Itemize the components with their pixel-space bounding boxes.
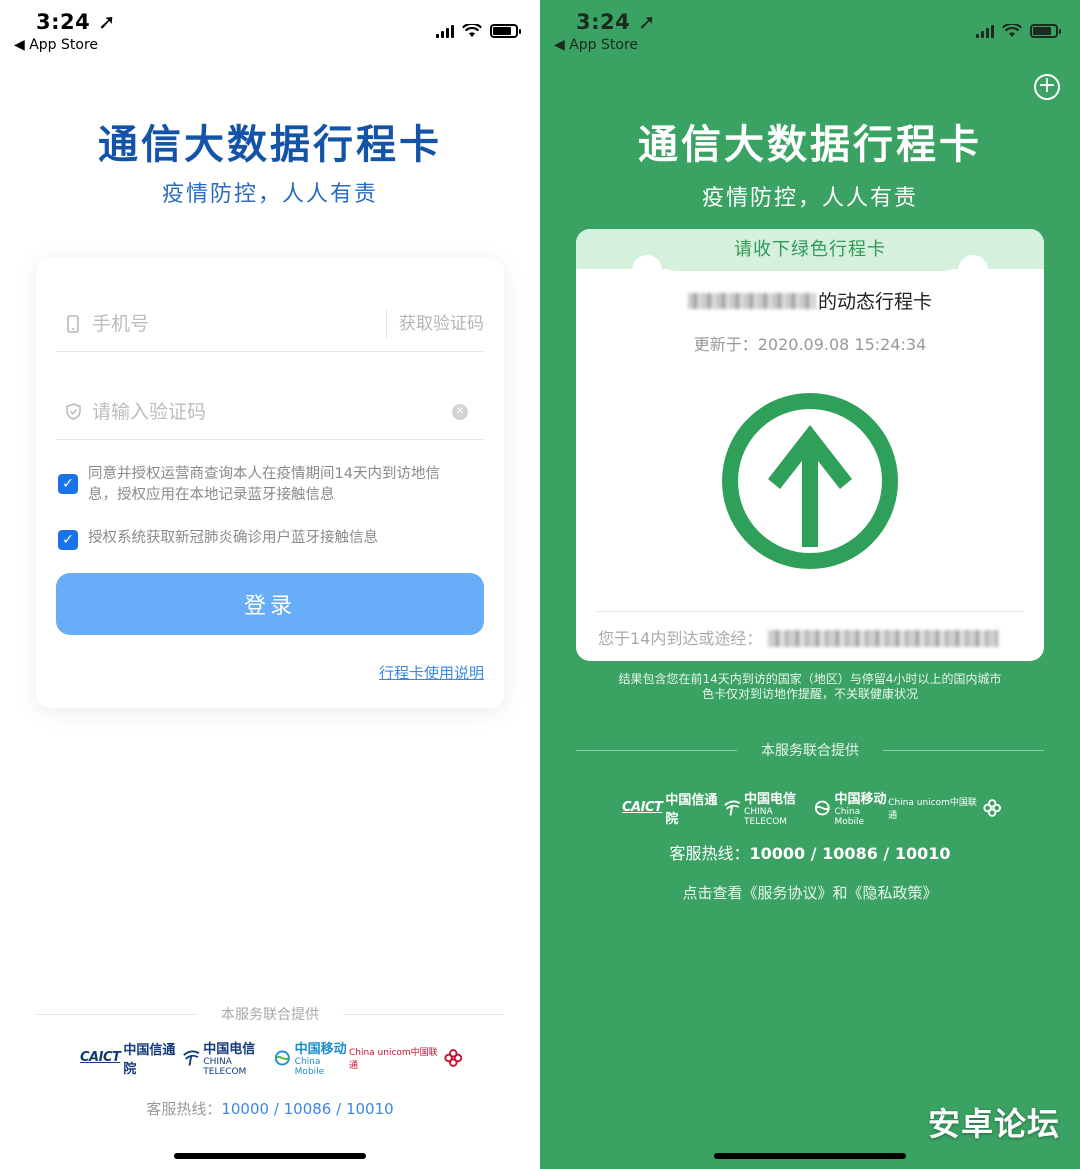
app-title: 通信大数据行程卡 xyxy=(638,122,982,168)
app-subtitle: 疫情防控，人人有责 xyxy=(161,182,378,207)
card-owner: 的动态行程卡 xyxy=(576,287,1044,314)
china-unicom-logo: China unicom中国联通 xyxy=(349,1045,464,1071)
app-subtitle: 疫情防控，人人有责 xyxy=(701,186,918,211)
app-title: 通信大数据行程卡 xyxy=(98,122,442,168)
hotline-numbers[interactable]: 10000 / 10086 / 10010 xyxy=(221,1100,393,1118)
status-icons xyxy=(976,24,1061,38)
forum-watermark: 安卓论坛 xyxy=(927,1105,1060,1143)
consent-location-text: 同意并授权运营商查询本人在疫情期间14天内到访地信息，授权应用在本地记录蓝牙接触… xyxy=(88,466,440,503)
wifi-icon xyxy=(462,24,482,37)
china-telecom-logo: 中国电信 CHINA TELECOM xyxy=(182,1038,273,1077)
status-icons xyxy=(436,24,521,38)
caict-logo: CAICT 中国信通院 xyxy=(80,1042,176,1077)
status-time: 3:24 ➚ xyxy=(36,10,117,34)
masked-phone-number xyxy=(687,293,816,309)
back-to-app-store[interactable]: ◀ App Store xyxy=(554,37,638,53)
china-mobile-logo: 中国移动 China Mobile xyxy=(273,1038,349,1077)
green-arrow-icon xyxy=(720,391,900,571)
signal-icon xyxy=(436,24,454,38)
provider-label: 本服务联合提供 xyxy=(221,1007,319,1023)
usage-guide-link[interactable]: 行程卡使用说明 xyxy=(379,662,484,683)
provider-logos: CAICT 中国信通院 中国电信 CHINA TELECOM 中国移动 China M… xyxy=(622,788,1002,827)
green-trip-card: 请收下绿色行程卡 的动态行程卡 更新于：2020.09.08 15:24:34 … xyxy=(576,229,1044,661)
add-icon[interactable]: + xyxy=(1034,74,1060,100)
caict-logo: CAICT 中国信通院 xyxy=(622,792,718,827)
provider-label: 本服务联合提供 xyxy=(761,743,859,759)
wifi-icon xyxy=(1002,24,1022,37)
login-card: 获取验证码 ✕ ✓ 同意并授权运营商查询本人在疫情期间14天内到访地信息，授权应… xyxy=(36,258,504,708)
trip-card-screen: 3:24 ➚ ◀ App Store + 通信大数据行程卡 疫情防控，人人有责 … xyxy=(540,0,1080,1169)
phone-input[interactable] xyxy=(92,312,386,335)
visited-places: 您于14内到达或途经： xyxy=(598,625,999,649)
code-input[interactable] xyxy=(92,400,452,423)
consent-bluetooth[interactable]: ✓ 授权系统获取新冠肺炎确诊用户蓝牙接触信息 xyxy=(58,528,468,550)
login-screen: 3:24 ➚ ◀ App Store 通信大数据行程卡 疫情防控，人人有责 获取… xyxy=(0,0,540,1169)
provider-logos: CAICT 中国信通院 中国电信 CHINA TELECOM 中国移动 China M… xyxy=(80,1038,464,1077)
china-unicom-logo: China unicom中国联通 xyxy=(888,795,1002,821)
consent-location[interactable]: ✓ 同意并授权运营商查询本人在疫情期间14天内到访地信息，授权应用在本地记录蓝牙… xyxy=(58,464,468,506)
provider-divider: 本服务联合提供 xyxy=(576,740,1044,760)
provider-divider: 本服务联合提供 xyxy=(36,1004,504,1024)
masked-places xyxy=(768,630,999,647)
consent-bluetooth-checkbox[interactable]: ✓ xyxy=(58,530,78,550)
battery-icon xyxy=(490,24,521,38)
consent-bluetooth-text: 授权系统获取新冠肺炎确诊用户蓝牙接触信息 xyxy=(88,530,378,546)
china-telecom-logo: 中国电信 CHINA TELECOM xyxy=(723,788,813,827)
consent-location-checkbox[interactable]: ✓ xyxy=(58,474,78,494)
card-header: 请收下绿色行程卡 xyxy=(658,229,962,271)
clear-icon[interactable]: ✕ xyxy=(452,403,468,420)
card-disclaimer: 色卡仅对到访地作提醒，不关联健康状况 xyxy=(701,687,918,701)
back-to-app-store[interactable]: ◀ App Store xyxy=(14,37,98,53)
battery-icon xyxy=(1030,24,1061,38)
phone-field: 获取验证码 xyxy=(56,296,484,352)
hotline: 客服热线：10000 / 10086 / 10010 xyxy=(669,844,951,863)
home-indicator[interactable] xyxy=(714,1153,906,1159)
home-indicator[interactable] xyxy=(174,1153,366,1159)
code-field: ✕ xyxy=(56,384,484,440)
get-code-button[interactable]: 获取验证码 xyxy=(386,309,484,338)
signal-icon xyxy=(976,24,994,38)
hotline: 客服热线：10000 / 10086 / 10010 xyxy=(146,1100,394,1118)
hotline-numbers[interactable]: 10000 / 10086 / 10010 xyxy=(750,844,951,863)
policy-links[interactable]: 点击查看《服务协议》和《隐私政策》 xyxy=(540,882,1080,903)
phone-icon xyxy=(64,314,82,333)
card-note: 结果包含您在前14天内到访的国家（地区）与停留4小时以上的国内城市 xyxy=(618,672,1002,686)
china-mobile-logo: 中国移动 China Mobile xyxy=(813,788,888,827)
shield-icon xyxy=(64,403,82,420)
login-button[interactable]: 登录 xyxy=(56,573,484,635)
status-time: 3:24 ➚ xyxy=(576,10,657,34)
updated-time: 更新于：2020.09.08 15:24:34 xyxy=(693,335,927,354)
